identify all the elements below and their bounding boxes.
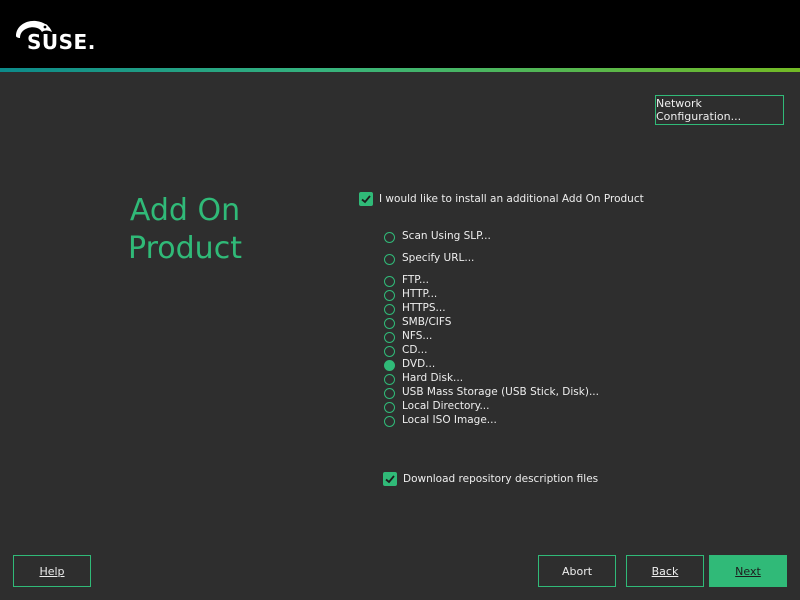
source-radio-label[interactable]: DVD... <box>402 358 435 370</box>
install-addon-checkbox[interactable] <box>359 192 373 206</box>
help-button-label: Help <box>39 564 65 578</box>
page-title-line2: Product <box>128 231 242 266</box>
abort-button-label: Abort <box>561 564 593 578</box>
source-radio[interactable] <box>384 276 395 287</box>
checkmark-icon <box>361 195 371 204</box>
source-radio-label[interactable]: SMB/CIFS <box>402 316 451 328</box>
source-radio[interactable] <box>384 290 395 301</box>
source-radio-label[interactable]: Local ISO Image... <box>402 414 497 426</box>
source-radio[interactable] <box>384 416 395 427</box>
source-radio[interactable] <box>384 360 395 371</box>
network-configuration-button[interactable]: Network Configuration... <box>655 95 784 125</box>
back-button[interactable]: Back <box>626 555 704 587</box>
network-configuration-label: Network Configuration... <box>656 97 742 123</box>
source-radio-label[interactable]: USB Mass Storage (USB Stick, Disk)... <box>402 386 599 398</box>
accent-divider <box>0 68 800 72</box>
back-button-label: Back <box>651 564 679 578</box>
install-addon-label[interactable]: I would like to install an additional Ad… <box>379 193 644 205</box>
help-button[interactable]: Help <box>13 555 91 587</box>
suse-logo-text: SUSE. <box>27 30 96 54</box>
source-radio[interactable] <box>384 346 395 357</box>
source-radio[interactable] <box>384 318 395 329</box>
source-radio-label[interactable]: HTTP... <box>402 288 437 300</box>
source-radio-label[interactable]: CD... <box>402 344 427 356</box>
download-description-label[interactable]: Download repository description files <box>403 473 598 485</box>
source-radio-label[interactable]: Specify URL... <box>402 252 474 264</box>
next-button[interactable]: Next <box>709 555 787 587</box>
download-description-checkbox[interactable] <box>383 472 397 486</box>
source-radio[interactable] <box>384 254 395 265</box>
source-radio[interactable] <box>384 332 395 343</box>
source-radio-label[interactable]: NFS... <box>402 330 432 342</box>
source-radio[interactable] <box>384 304 395 315</box>
source-radio[interactable] <box>384 388 395 399</box>
source-radio-label[interactable]: Local Directory... <box>402 400 489 412</box>
next-button-label: Next <box>735 564 761 578</box>
page-title-line1: Add On <box>129 193 241 228</box>
checkmark-icon <box>385 475 395 484</box>
source-radio[interactable] <box>384 232 395 243</box>
source-radio-label[interactable]: HTTPS... <box>402 302 446 314</box>
page-title: Add On Product <box>110 192 260 268</box>
source-radio-label[interactable]: FTP... <box>402 274 429 286</box>
source-radio[interactable] <box>384 374 395 385</box>
top-bar <box>0 0 800 68</box>
abort-button[interactable]: Abort <box>538 555 616 587</box>
source-radio[interactable] <box>384 402 395 413</box>
source-radio-label[interactable]: Scan Using SLP... <box>402 230 491 242</box>
source-radio-label[interactable]: Hard Disk... <box>402 372 463 384</box>
